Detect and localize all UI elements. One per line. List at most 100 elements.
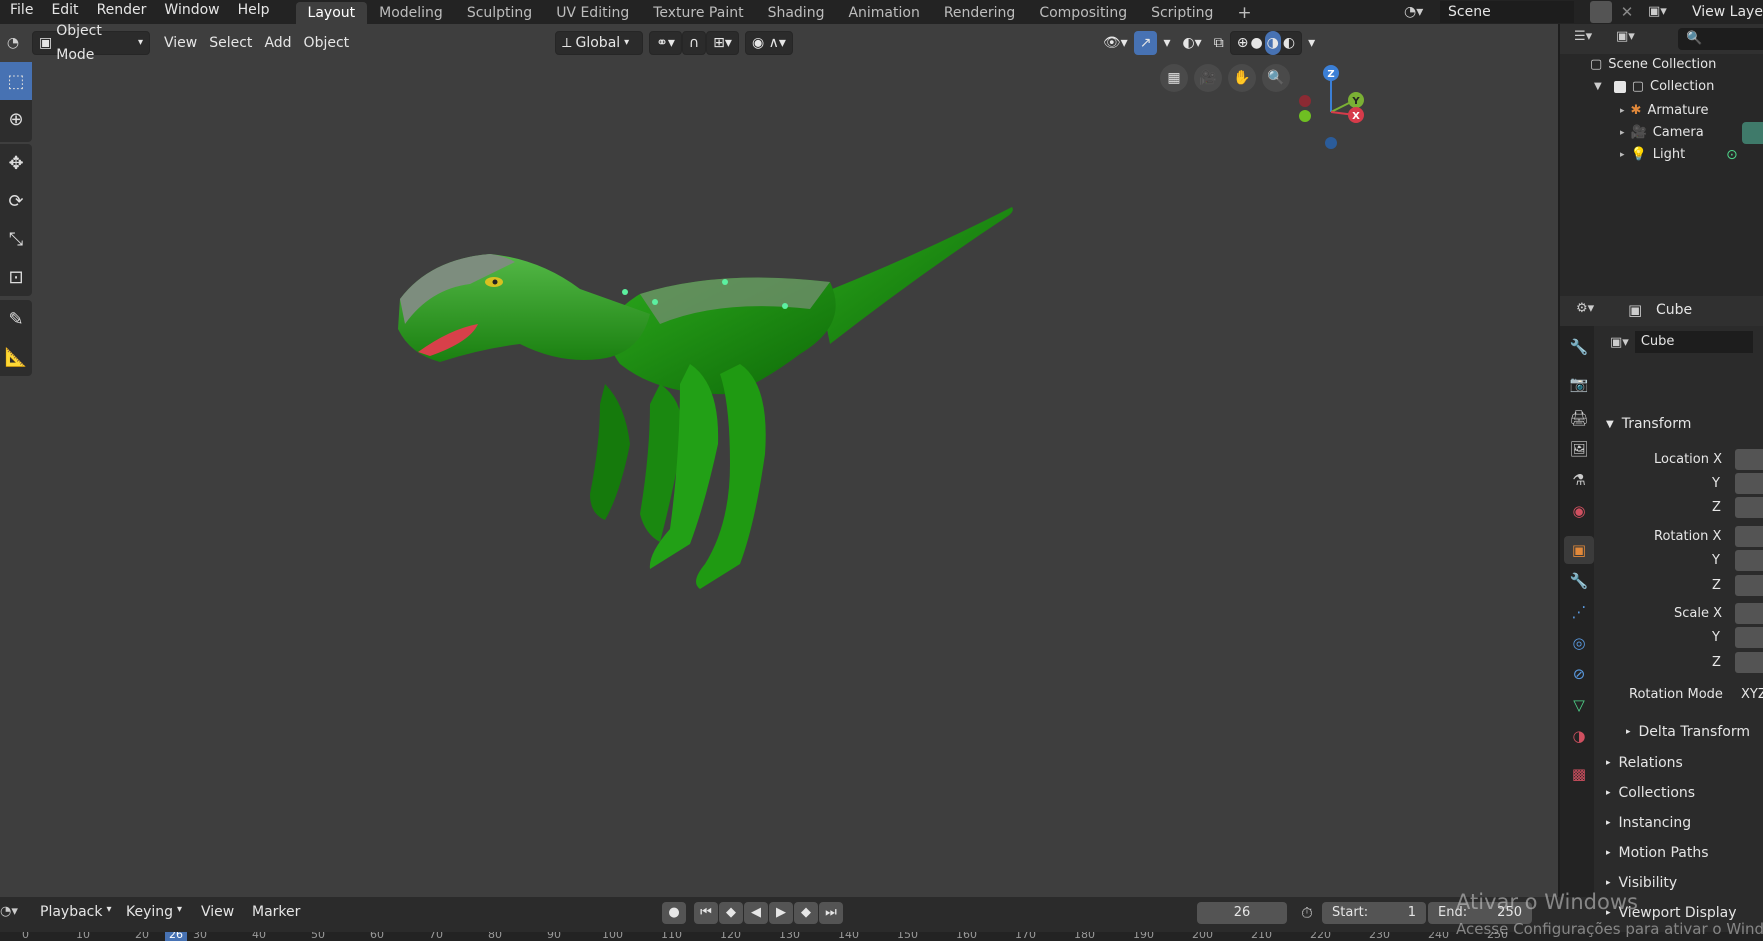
rendered-shading-icon[interactable]: ◐: [1283, 31, 1295, 55]
current-frame-field[interactable]: 26: [1197, 902, 1287, 924]
rotate-icon[interactable]: ⟳: [0, 182, 32, 220]
menu-select[interactable]: Select: [203, 31, 258, 55]
proportional-edit-icon[interactable]: ◉ ∧▾: [744, 31, 793, 55]
location-x-field[interactable]: [1735, 449, 1763, 470]
menu-view[interactable]: View: [201, 904, 234, 920]
jump-end-icon[interactable]: ⏭: [819, 902, 843, 924]
object-name-field[interactable]: ▣▾ Cube: [1606, 330, 1763, 354]
texture-tab-icon[interactable]: ▩: [1564, 760, 1594, 788]
menu-view[interactable]: View: [158, 31, 203, 55]
current-frame-marker[interactable]: 26: [165, 932, 187, 941]
menu-playback[interactable]: Playback ▾: [40, 904, 112, 920]
prev-keyframe-icon[interactable]: ◆: [719, 902, 743, 924]
properties-editor-icon[interactable]: ⚙▾: [1576, 301, 1594, 316]
scene-name-field[interactable]: Scene: [1440, 1, 1574, 23]
physics-tab-icon[interactable]: ◎: [1564, 629, 1594, 657]
location-y-field[interactable]: [1735, 473, 1763, 494]
tab-shading[interactable]: Shading: [756, 2, 837, 24]
view-layer-field[interactable]: View Layer: [1684, 1, 1763, 23]
timeline-editor-icon[interactable]: ◔▾: [0, 904, 18, 919]
solid-shading-icon[interactable]: ●: [1250, 31, 1262, 55]
plus-icon[interactable]: +: [1225, 2, 1263, 24]
world-tab-icon[interactable]: ◉: [1564, 497, 1594, 525]
overlay-icon[interactable]: ◐▾: [1176, 31, 1207, 55]
material-tab-icon[interactable]: ◑: [1564, 722, 1594, 750]
outliner-item-light[interactable]: ▸ 💡 Light: [1620, 144, 1685, 166]
menu-file[interactable]: File: [0, 0, 41, 24]
transform-panel-header[interactable]: ▼ Transform: [1606, 412, 1763, 436]
menu-marker[interactable]: Marker: [252, 904, 300, 920]
scene-collection-row[interactable]: ▢ Scene Collection: [1590, 54, 1716, 76]
render-tab-icon[interactable]: 📷: [1564, 370, 1594, 398]
tab-sculpting[interactable]: Sculpting: [455, 2, 544, 24]
outliner-item-camera[interactable]: ▸ 🎥 Camera: [1620, 122, 1704, 144]
instancing-panel[interactable]: ▸ Instancing: [1606, 811, 1691, 835]
motion-paths-panel[interactable]: ▸ Motion Paths: [1606, 841, 1709, 865]
tab-scripting[interactable]: Scripting: [1139, 2, 1225, 24]
chevron-right-icon[interactable]: ▸: [1620, 100, 1625, 122]
xray-icon[interactable]: ⧉: [1208, 31, 1230, 55]
snap-target-icon[interactable]: ⊞▾: [706, 31, 739, 55]
rotation-y-field[interactable]: [1735, 550, 1763, 571]
zoom-icon[interactable]: 🔍: [1262, 64, 1290, 92]
constraints-tab-icon[interactable]: ⊘: [1564, 660, 1594, 688]
transform-icon[interactable]: ⊡: [0, 258, 32, 296]
pan-hand-icon[interactable]: ✋: [1228, 64, 1256, 92]
menu-object[interactable]: Object: [298, 31, 356, 55]
rotation-mode-dropdown[interactable]: XYZ: [1735, 684, 1763, 706]
tab-animation[interactable]: Animation: [836, 2, 931, 24]
play-reverse-icon[interactable]: ◀: [744, 902, 768, 924]
delta-transform-header[interactable]: ▸ Delta Transform: [1626, 721, 1750, 743]
new-scene-icon[interactable]: [1590, 1, 1612, 23]
next-keyframe-icon[interactable]: ◆: [794, 902, 818, 924]
view-layer-tab-icon[interactable]: 🖼: [1564, 435, 1594, 463]
axis-gizmo[interactable]: Z Y X: [1290, 60, 1370, 160]
record-icon[interactable]: ●: [662, 902, 686, 924]
outliner-item-armature[interactable]: ▸ ✱ Armature: [1620, 100, 1708, 122]
relations-panel[interactable]: ▸ Relations: [1606, 751, 1683, 775]
shading-modes[interactable]: ⊕ ● ◑ ◐: [1229, 31, 1303, 55]
material-shading-icon[interactable]: ◑: [1264, 31, 1281, 55]
jump-start-icon[interactable]: ⏮: [694, 902, 718, 924]
select-box-icon[interactable]: ⬚: [0, 62, 32, 100]
tab-texture-paint[interactable]: Texture Paint: [641, 2, 755, 24]
perspective-grid-icon[interactable]: ▦: [1160, 64, 1188, 92]
particles-tab-icon[interactable]: ⋰: [1564, 598, 1594, 626]
editor-type-icon[interactable]: ◔: [0, 32, 26, 54]
object-mode-dropdown[interactable]: ▣ Object Mode ▾: [32, 23, 150, 63]
cursor-icon[interactable]: ⊕: [0, 100, 32, 138]
wireframe-shading-icon[interactable]: ⊕: [1237, 31, 1249, 55]
scale-icon[interactable]: ⤡: [0, 220, 32, 258]
scale-x-field[interactable]: [1735, 603, 1763, 624]
snap-icon[interactable]: ∩: [681, 31, 707, 55]
chevron-down-icon[interactable]: ▼: [1594, 76, 1602, 98]
move-icon[interactable]: ✥: [0, 144, 32, 182]
menu-help[interactable]: Help: [228, 0, 278, 24]
tool-tab-icon[interactable]: 🔧: [1564, 333, 1594, 361]
location-z-field[interactable]: [1735, 497, 1763, 518]
chevron-right-icon[interactable]: ▸: [1620, 122, 1625, 144]
preview-range-icon[interactable]: ⏱: [1296, 902, 1318, 924]
data-tab-icon[interactable]: ▽: [1564, 691, 1594, 719]
output-tab-icon[interactable]: 🖨: [1564, 404, 1594, 432]
shading-dropdown-icon[interactable]: ▾: [1302, 31, 1321, 55]
visibility-icon[interactable]: 👁▾: [1097, 31, 1134, 55]
tab-layout[interactable]: Layout: [295, 2, 368, 24]
scale-z-field[interactable]: [1735, 652, 1763, 673]
tab-uv-editing[interactable]: UV Editing: [544, 2, 641, 24]
tab-compositing[interactable]: Compositing: [1027, 2, 1139, 24]
chevron-right-icon[interactable]: ▸: [1620, 144, 1625, 166]
gizmo-toggle-icon[interactable]: ↗: [1133, 31, 1158, 55]
menu-window[interactable]: Window: [154, 0, 227, 24]
view-layer-icon[interactable]: ▣▾: [1648, 1, 1682, 23]
scene-tab-icon[interactable]: ⚗: [1564, 466, 1594, 494]
start-frame-field[interactable]: Start: 1: [1322, 902, 1426, 924]
play-icon[interactable]: ▶: [769, 902, 793, 924]
collections-panel[interactable]: ▸ Collections: [1606, 781, 1695, 805]
scene-selector-icon[interactable]: ◔▾: [1404, 1, 1436, 23]
pivot-point-icon[interactable]: ⚭▾: [649, 31, 682, 55]
collection-row[interactable]: ▼ ▢ Collection: [1594, 76, 1714, 98]
rotation-x-field[interactable]: [1735, 526, 1763, 547]
camera-data-icon[interactable]: [1742, 122, 1763, 144]
menu-keying[interactable]: Keying ▾: [126, 904, 182, 920]
